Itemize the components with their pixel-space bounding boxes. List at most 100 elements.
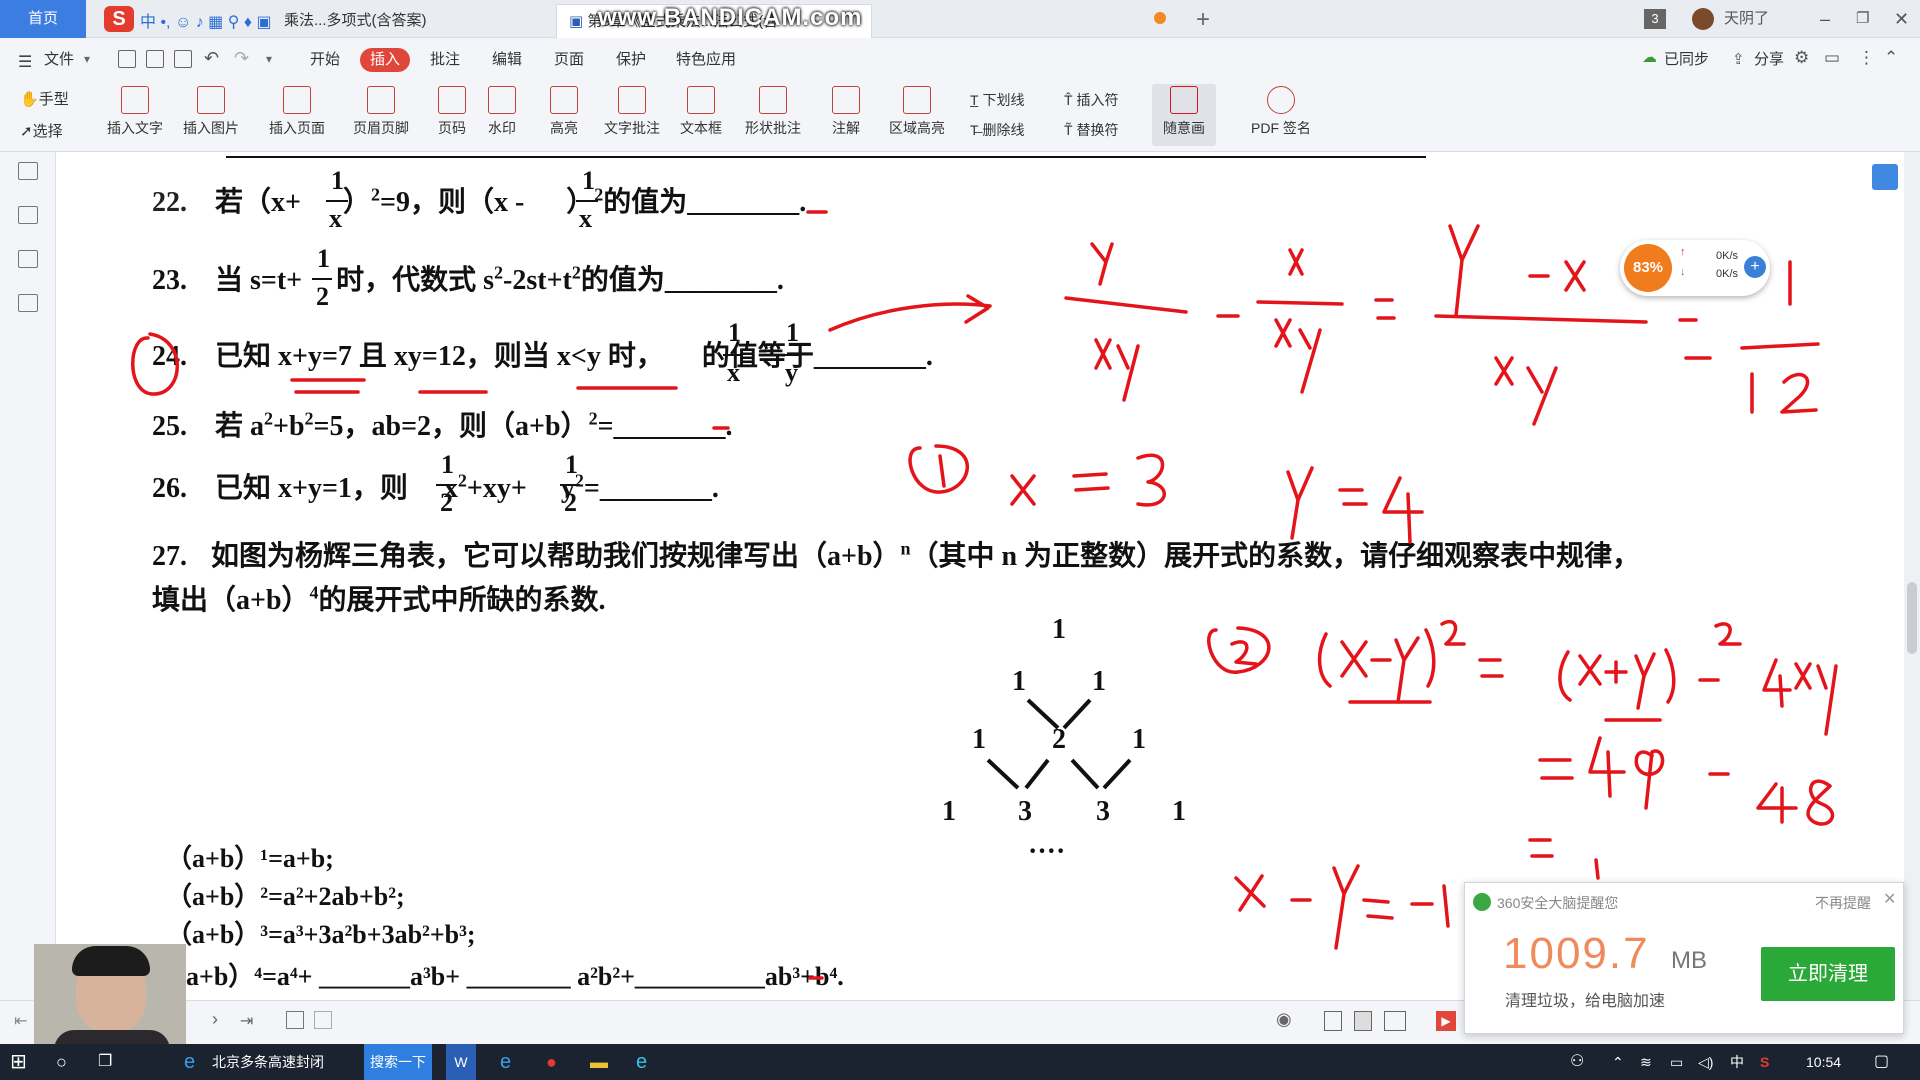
windows-start-icon[interactable]: ⊞ [10, 1044, 27, 1080]
fit-width-icon[interactable] [314, 1011, 332, 1029]
equals-mark [1072, 472, 1110, 492]
frac-mark [1434, 224, 1648, 324]
search-button[interactable]: 搜索一下 [364, 1044, 432, 1080]
blank-mark [712, 210, 828, 980]
four-mark [1762, 658, 1792, 708]
download-arrow-icon: ↓ [1680, 266, 1686, 278]
popup-title: 360安全大脑提醒您 [1497, 895, 1619, 911]
equals-mark [1338, 488, 1368, 506]
two-page-view-icon[interactable] [1384, 1011, 1406, 1031]
one-mark [1442, 884, 1450, 928]
screen: 首页 S 中 •, ☺ ♪ ▦ ⚲ ♦ ▣ 乘法...多项式(含答案) ▣ 第9… [0, 0, 1920, 1080]
play-icon[interactable]: ▶ [1436, 1011, 1456, 1031]
network-speed-widget[interactable]: 83% ↑ ↓ 0K/s 0K/s + [1620, 240, 1770, 296]
nine-mark [1634, 749, 1665, 810]
popup-close-icon[interactable]: ✕ [1883, 889, 1896, 909]
paren-mark [1664, 648, 1676, 704]
y-mark [1394, 636, 1420, 704]
fit-page-icon[interactable] [286, 1011, 304, 1029]
continuous-view-icon[interactable] [1354, 1011, 1372, 1031]
volume-icon[interactable]: ◁) [1698, 1044, 1713, 1080]
notification-icon[interactable]: ▢ [1874, 1044, 1889, 1080]
step-circle-mark [908, 444, 969, 494]
download-speed: 0K/s [1716, 268, 1739, 280]
xy-mark [1794, 662, 1838, 736]
x-mark [1578, 654, 1602, 686]
clean-now-button[interactable]: 立即清理 [1761, 947, 1895, 1001]
equals-mark [1362, 898, 1394, 920]
ime-indicator[interactable]: 中 [1730, 1044, 1744, 1080]
four-mark [1382, 476, 1424, 544]
vertical-scrollbar[interactable] [1904, 152, 1920, 1000]
y-mark [1634, 652, 1656, 710]
presenter-hair [72, 946, 150, 976]
four-mark [1756, 782, 1798, 824]
equals-mark [1678, 318, 1712, 360]
junk-size-value: 1009.7 [1503, 929, 1650, 978]
equals-mark [1528, 838, 1554, 858]
junk-size-unit: MB [1671, 947, 1707, 974]
frac-mark [1064, 242, 1188, 314]
next-page-icon[interactable]: › [212, 1009, 218, 1030]
step-one-mark [938, 454, 946, 488]
float-tool-icon[interactable] [1872, 164, 1898, 190]
ie-icon[interactable]: e [184, 1044, 195, 1080]
xy-mark [1494, 356, 1558, 426]
x-mark [1340, 640, 1368, 678]
four-mark [1588, 736, 1626, 798]
webcam-overlay [34, 944, 186, 1060]
360-logo-icon [1473, 893, 1491, 911]
eight-mark [1806, 779, 1835, 826]
underline-mark [290, 378, 678, 394]
paren-mark [1424, 628, 1436, 688]
add-icon[interactable]: + [1744, 256, 1766, 278]
browser-icon[interactable]: e [636, 1044, 647, 1080]
three-mark [1136, 453, 1166, 507]
arrow-mark [828, 294, 992, 332]
scrollbar-thumb[interactable] [1907, 582, 1917, 654]
news-item[interactable]: 北京多条高速封闭 [212, 1044, 324, 1080]
step-two-mark [1230, 640, 1258, 666]
task-view-icon[interactable]: ❐ [98, 1044, 112, 1080]
eye-protect-icon[interactable]: ◉ [1276, 1009, 1292, 1030]
single-page-view-icon[interactable] [1324, 1011, 1342, 1031]
frac-mark [1256, 248, 1344, 306]
cortana-icon[interactable]: ○ [56, 1044, 67, 1080]
two-mark [1440, 620, 1466, 646]
one-mark [1594, 858, 1600, 880]
wps-app-icon[interactable]: W [446, 1044, 476, 1080]
paren-mark [1558, 650, 1572, 702]
two-mark [1714, 622, 1742, 646]
xy-mark [1094, 338, 1140, 402]
network-icon[interactable]: ≋ [1640, 1044, 1652, 1080]
x-mark [1010, 474, 1036, 506]
y-mark [1332, 864, 1360, 950]
first-page-icon[interactable]: ⇤ [14, 1011, 27, 1031]
folder-icon[interactable]: ▬ [590, 1044, 608, 1080]
clock[interactable]: 10:54 [1806, 1044, 1841, 1080]
xy-mark [1274, 318, 1322, 394]
upload-arrow-icon: ↑ [1680, 246, 1686, 258]
equals-mark [1374, 298, 1396, 320]
dismiss-link[interactable]: 不再提醒 [1815, 893, 1871, 913]
circle-mark [131, 332, 179, 396]
edge-icon[interactable]: e [500, 1044, 511, 1080]
frac-mark [1740, 342, 1820, 414]
recorder-icon[interactable]: ● [546, 1044, 557, 1080]
plus-mark [1604, 660, 1628, 684]
equals-mark [1538, 758, 1574, 780]
last-page-icon[interactable]: ⇥ [240, 1011, 253, 1031]
x-mark [1234, 874, 1266, 912]
paren-mark [1317, 632, 1332, 688]
y-mark [1286, 466, 1314, 540]
popup-description: 清理垃圾，给电脑加速 [1505, 993, 1666, 1010]
people-icon[interactable]: ⚇ [1570, 1044, 1584, 1080]
taskbar: ⊞ ○ ❐ e 北京多条高速封闭 搜索一下 W e ● ▬ e ⚇ ⌃ ≋ ▭ … [0, 1044, 1920, 1080]
cpu-usage-circle: 83% [1624, 244, 1672, 292]
tray-chevron-icon[interactable]: ⌃ [1612, 1044, 1624, 1080]
equals-mark [1478, 658, 1504, 678]
step-circle-mark [1207, 626, 1271, 674]
battery-icon[interactable]: ▭ [1670, 1044, 1683, 1080]
security-popup: 360安全大脑提醒您 不再提醒 ✕ 1009.7 MB 清理垃圾，给电脑加速 立… [1464, 882, 1904, 1034]
sogou-tray-icon[interactable]: S [1760, 1044, 1769, 1080]
